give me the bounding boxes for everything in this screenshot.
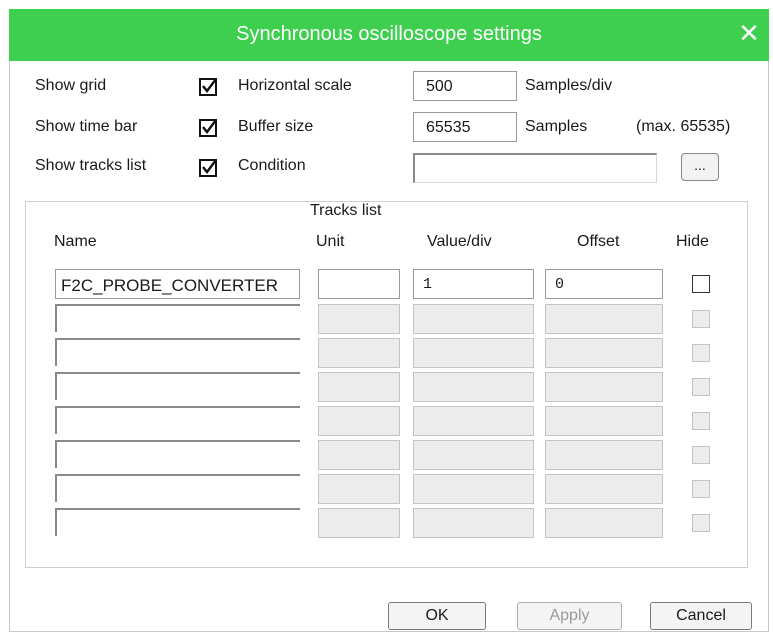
track-value-div-input [413,304,534,334]
track-unit-input [318,304,400,334]
show-tracks-list-checkbox[interactable] [199,159,217,177]
col-header-value-div: Value/div [427,233,492,250]
track-unit-input[interactable] [318,269,400,299]
close-icon[interactable]: ✕ [735,17,763,49]
track-unit-input [318,508,400,538]
track-unit-input [318,372,400,402]
track-offset-input [545,440,663,470]
title-bar: Synchronous oscilloscope settings ✕ [9,9,769,61]
checkmark-icon [202,119,217,134]
show-time-bar-label: Show time bar [35,118,138,135]
cancel-button[interactable]: Cancel [650,602,752,630]
show-grid-label: Show grid [35,77,107,94]
track-hide-checkbox [692,480,710,498]
col-header-hide: Hide [676,233,709,250]
col-header-offset: Offset [577,233,620,250]
buffer-size-unit: Samples [525,118,588,135]
track-offset-input [545,304,663,334]
track-hide-checkbox [692,378,710,396]
checkmark-icon [202,78,217,93]
buffer-size-label: Buffer size [238,118,314,135]
ok-button[interactable]: OK [388,602,486,630]
dialog-title: Synchronous oscilloscope settings [236,23,542,45]
horizontal-scale-unit: Samples/div [525,77,613,94]
track-value-div-input [413,372,534,402]
track-hide-checkbox [692,514,710,532]
show-tracks-list-label: Show tracks list [35,157,147,174]
track-hide-checkbox [692,344,710,362]
track-name-input[interactable] [55,406,300,434]
track-value-div-input [413,338,534,368]
track-hide-checkbox [692,446,710,464]
track-value-div-input [413,508,534,538]
track-name-input[interactable] [55,474,300,502]
buffer-size-max: (max. 65535) [636,118,731,135]
track-hide-checkbox [692,310,710,328]
buffer-size-input[interactable]: 65535 [413,112,517,142]
track-hide-checkbox [692,412,710,430]
track-offset-input [545,338,663,368]
track-offset-input [545,372,663,402]
track-value-div-input[interactable]: 1 [413,269,534,299]
show-grid-checkbox[interactable] [199,78,217,96]
apply-button: Apply [517,602,622,630]
track-value-div-input [413,406,534,436]
track-hide-checkbox[interactable] [692,275,710,293]
horizontal-scale-input[interactable]: 500 [413,71,517,101]
track-name-input[interactable] [55,440,300,468]
condition-browse-button[interactable]: ... [681,153,719,181]
track-name-input[interactable]: F2C_PROBE_CONVERTER [55,269,300,299]
tracks-list-title: Tracks list [304,202,388,220]
col-header-unit: Unit [316,233,345,250]
track-offset-input [545,508,663,538]
checkmark-icon [202,159,217,174]
condition-input[interactable] [413,153,657,183]
track-name-input[interactable] [55,304,300,332]
condition-label: Condition [238,157,306,174]
horizontal-scale-label: Horizontal scale [238,77,352,94]
track-offset-input [545,474,663,504]
track-unit-input [318,338,400,368]
show-time-bar-checkbox[interactable] [199,119,217,137]
track-unit-input [318,440,400,470]
track-name-input[interactable] [55,372,300,400]
track-unit-input [318,406,400,436]
track-value-div-input [413,474,534,504]
track-unit-input [318,474,400,504]
col-header-name: Name [54,233,97,250]
track-name-input[interactable] [55,508,300,536]
track-offset-input[interactable]: 0 [545,269,663,299]
track-value-div-input [413,440,534,470]
track-offset-input [545,406,663,436]
track-name-input[interactable] [55,338,300,366]
